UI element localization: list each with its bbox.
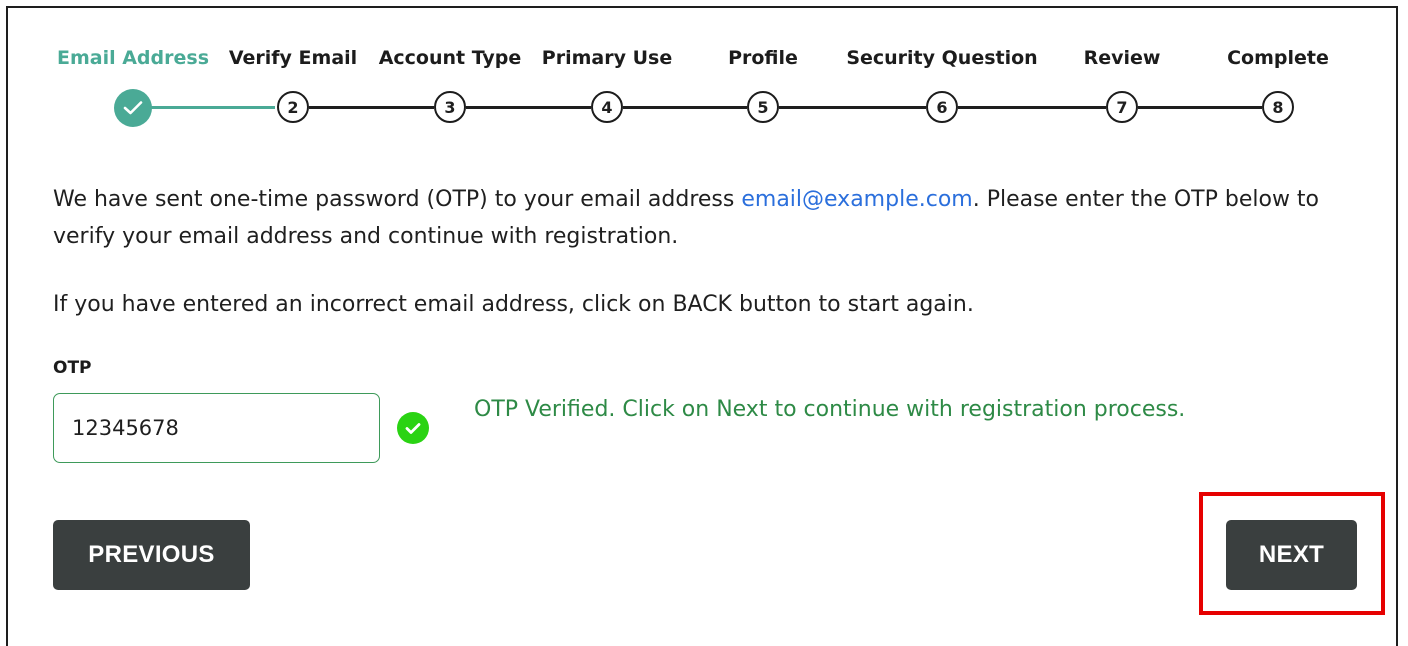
step-7-circle: 7 — [1106, 91, 1138, 123]
step-5-circle: 5 — [747, 91, 779, 123]
step-connector-3 — [466, 106, 591, 109]
step-connector-2 — [309, 106, 434, 109]
step-4-circle: 4 — [591, 91, 623, 123]
step-label-account-type: Account Type — [378, 47, 522, 69]
otp-sent-prefix: We have sent one-time password (OTP) to … — [53, 187, 742, 212]
step-label-email-address: Email Address — [56, 47, 210, 69]
back-hint: If you have entered an incorrect email a… — [53, 292, 974, 317]
step-3-circle: 3 — [434, 91, 466, 123]
step-label-profile: Profile — [728, 47, 798, 69]
step-label-security-question: Security Question — [846, 47, 1038, 69]
step-connector-4 — [623, 106, 747, 109]
step-8-circle: 8 — [1262, 91, 1294, 123]
step-connector-5 — [779, 106, 926, 109]
next-button[interactable]: NEXT — [1226, 520, 1357, 590]
otp-label: OTP — [53, 358, 92, 378]
otp-verified-message: OTP Verified. Click on Next to continue … — [474, 397, 1186, 422]
step-connector-1 — [151, 106, 275, 109]
step-connector-7 — [1138, 106, 1262, 109]
otp-sent-message: We have sent one-time password (OTP) to … — [53, 181, 1363, 255]
step-2-circle: 2 — [277, 91, 309, 123]
step-1-complete — [114, 89, 152, 127]
step-6-circle: 6 — [926, 91, 958, 123]
check-circle-icon — [397, 412, 429, 444]
previous-button[interactable]: PREVIOUS — [53, 520, 250, 590]
check-icon — [123, 101, 143, 115]
check-icon — [405, 422, 421, 434]
step-label-review: Review — [1083, 47, 1161, 69]
step-connector-6 — [958, 106, 1106, 109]
step-label-primary-use: Primary Use — [541, 47, 673, 69]
email-link[interactable]: email@example.com — [741, 187, 972, 212]
step-label-complete: Complete — [1227, 47, 1329, 69]
step-label-verify-email: Verify Email — [228, 47, 358, 69]
otp-input[interactable] — [53, 393, 380, 463]
